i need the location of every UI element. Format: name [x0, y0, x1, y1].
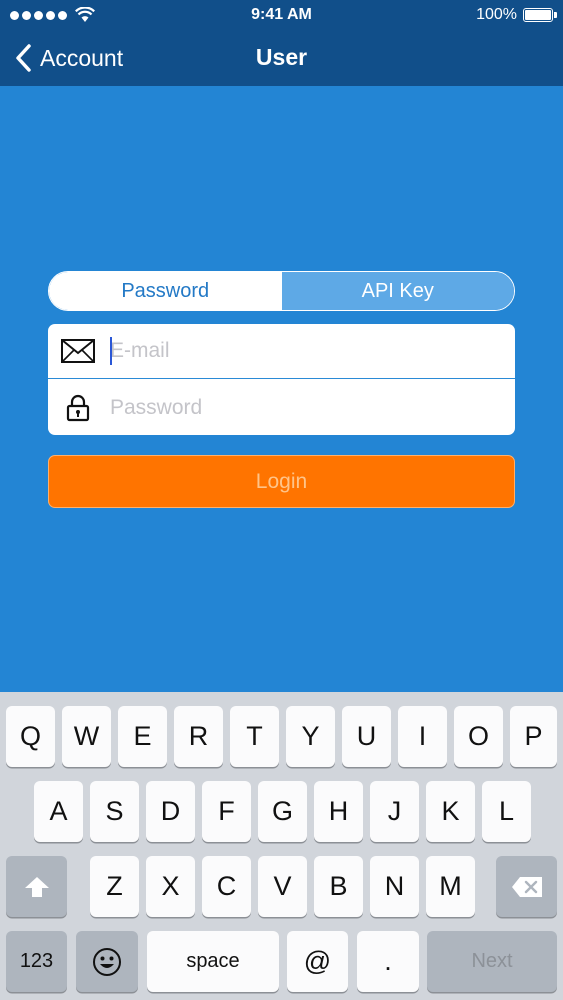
key-b[interactable]: B — [314, 856, 363, 917]
at-key[interactable]: @ — [287, 931, 348, 992]
space-key[interactable]: space — [147, 931, 279, 992]
battery-area: 100% — [476, 0, 557, 30]
keyboard: Q W E R T Y U I O P A S D F G H J K L Z … — [0, 692, 563, 1000]
key-n[interactable]: N — [370, 856, 419, 917]
key-k[interactable]: K — [426, 781, 475, 842]
key-y[interactable]: Y — [286, 706, 335, 767]
key-t[interactable]: T — [230, 706, 279, 767]
battery-percent: 100% — [476, 6, 517, 23]
next-key[interactable]: Next — [427, 931, 557, 992]
key-v[interactable]: V — [258, 856, 307, 917]
login-form — [48, 324, 515, 435]
dot-key[interactable]: . — [357, 931, 419, 992]
key-l[interactable]: L — [482, 781, 531, 842]
delete-key[interactable] — [496, 856, 557, 917]
key-q[interactable]: Q — [6, 706, 55, 767]
page-title: User — [255, 44, 308, 70]
key-j[interactable]: J — [370, 781, 419, 842]
key-d[interactable]: D — [146, 781, 195, 842]
password-row — [48, 380, 515, 435]
numbers-key[interactable]: 123 — [6, 931, 67, 992]
key-f[interactable]: F — [202, 781, 251, 842]
key-w[interactable]: W — [62, 706, 111, 767]
key-o[interactable]: O — [454, 706, 503, 767]
login-button[interactable]: Login — [48, 455, 515, 508]
shift-key[interactable] — [6, 856, 67, 917]
key-i[interactable]: I — [398, 706, 447, 767]
backspace-icon — [511, 876, 542, 897]
battery-icon — [523, 8, 557, 22]
emoji-key[interactable] — [76, 931, 138, 992]
emoji-icon — [93, 947, 121, 976]
lock-icon — [48, 394, 108, 422]
battery-level — [525, 10, 551, 20]
key-z[interactable]: Z — [90, 856, 139, 917]
segment-api-key[interactable]: API Key — [281, 272, 514, 310]
key-u[interactable]: U — [342, 706, 391, 767]
segment-password[interactable]: Password — [49, 272, 282, 310]
key-p[interactable]: P — [510, 706, 557, 767]
nav-bar: Account User — [0, 30, 563, 86]
key-h[interactable]: H — [314, 781, 363, 842]
key-r[interactable]: R — [174, 706, 223, 767]
password-field[interactable] — [108, 387, 515, 428]
shift-arrow-icon — [24, 876, 49, 897]
status-bar: 9:41 AM 100% — [0, 0, 563, 30]
envelope-icon — [48, 339, 108, 363]
key-g[interactable]: G — [258, 781, 307, 842]
key-s[interactable]: S — [90, 781, 139, 842]
key-e[interactable]: E — [118, 706, 167, 767]
email-field[interactable] — [108, 331, 515, 371]
text-caret — [110, 337, 112, 365]
key-c[interactable]: C — [202, 856, 251, 917]
key-x[interactable]: X — [146, 856, 195, 917]
key-m[interactable]: M — [426, 856, 475, 917]
key-a[interactable]: A — [34, 781, 83, 842]
auth-mode-segmented-control: Password API Key — [48, 271, 515, 311]
email-row — [48, 324, 515, 379]
